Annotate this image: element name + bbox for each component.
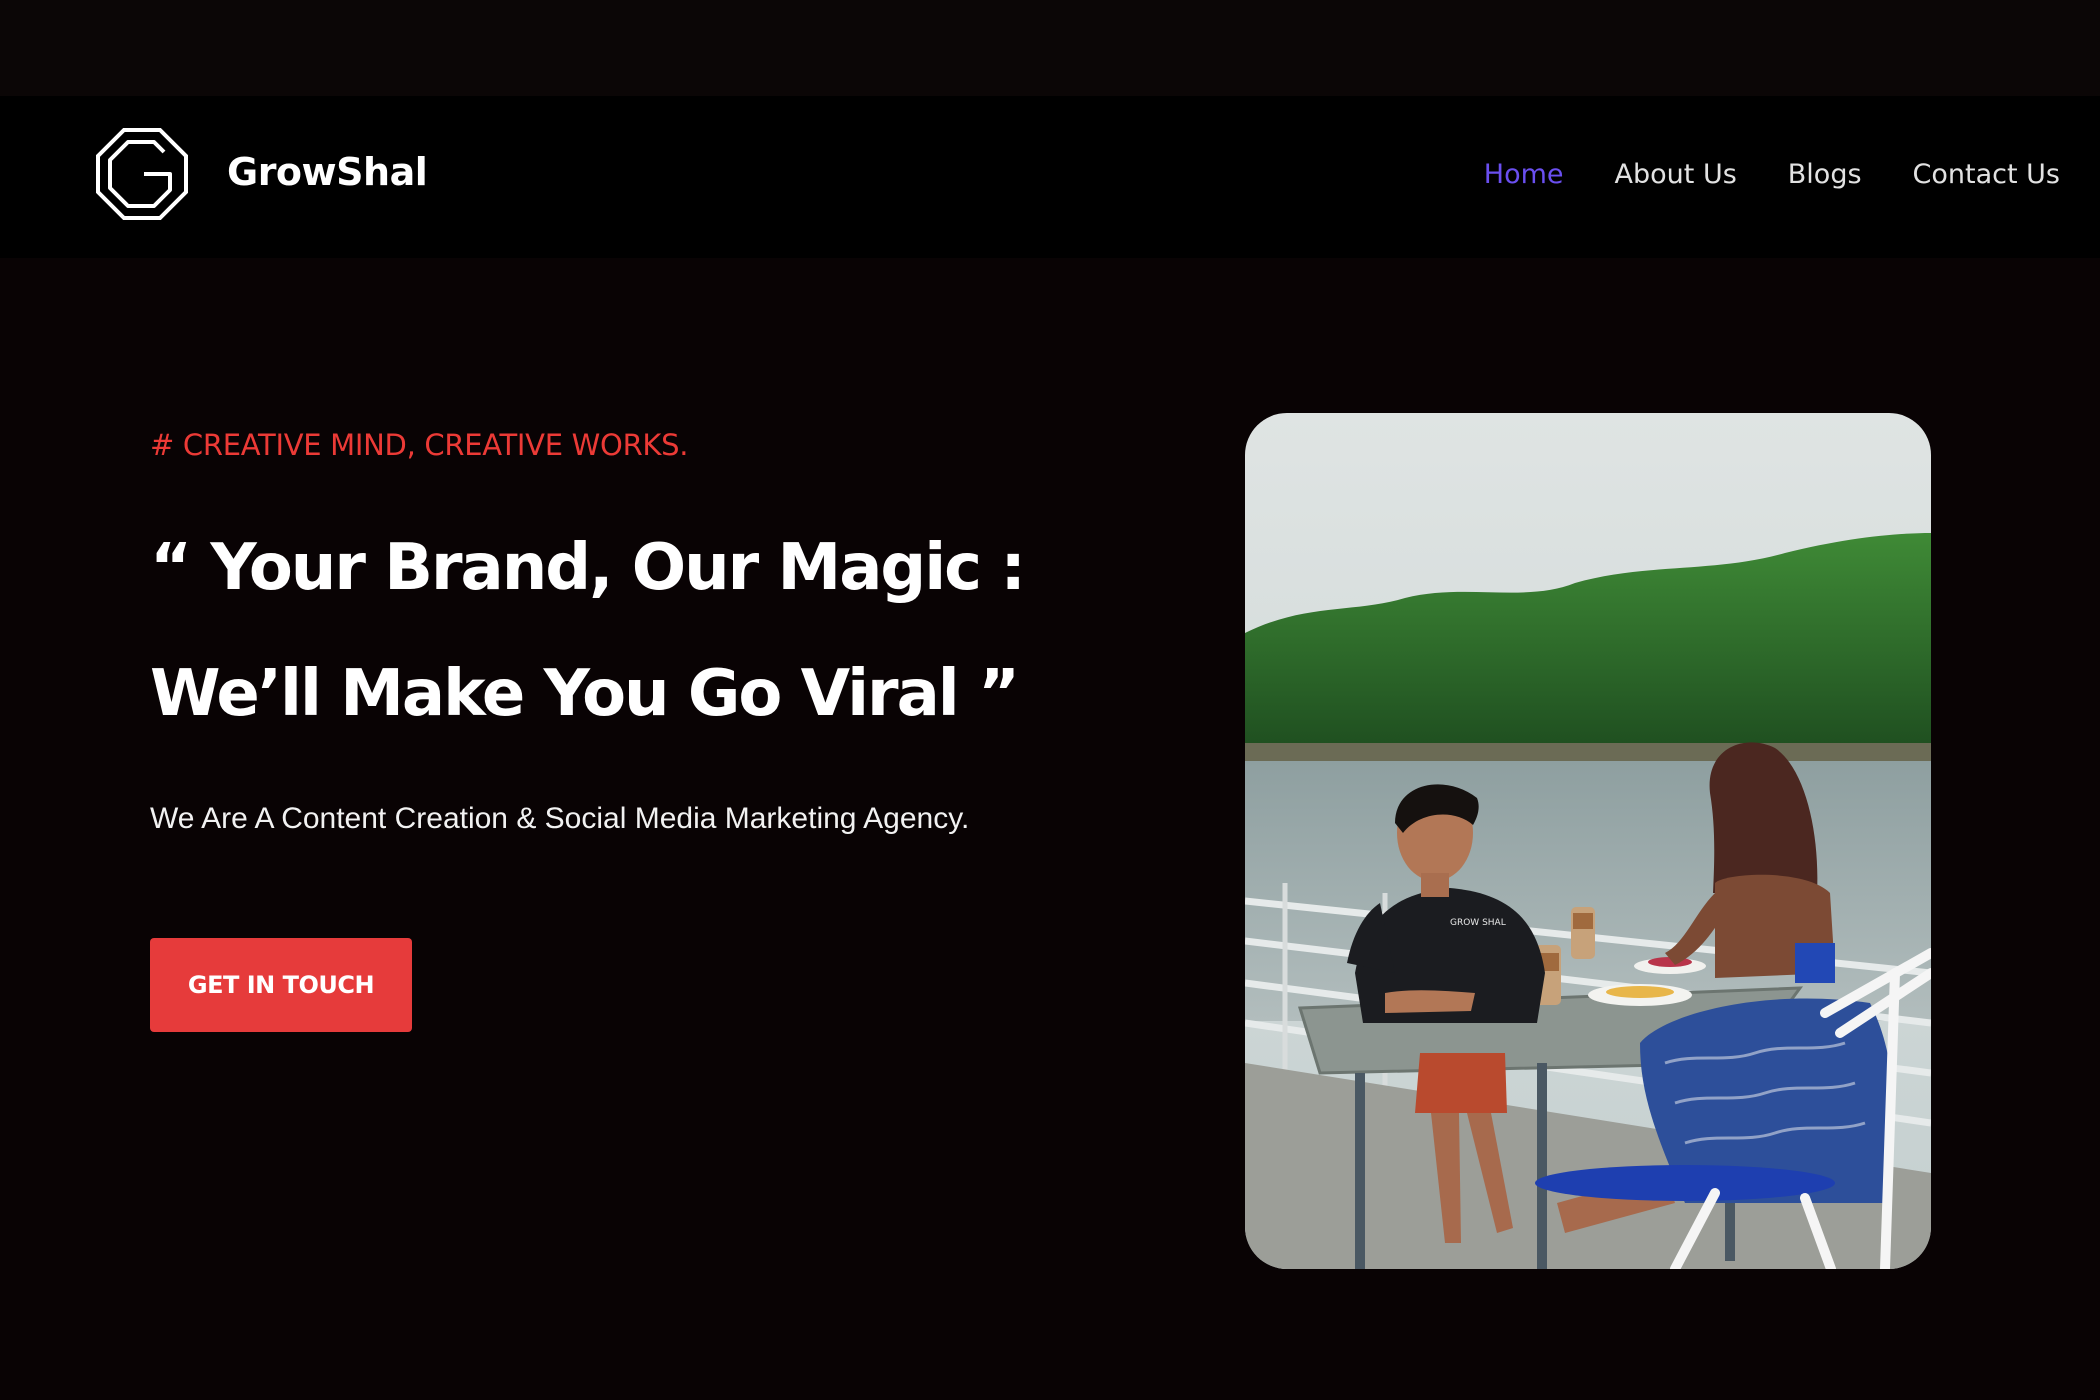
nav-contact-us-link[interactable]: Contact Us [1913,150,2060,200]
hero-tagline: # CREATIVE MIND, CREATIVE WORKS. [150,428,689,462]
main-nav: Home About Us Blogs Contact Us [1484,150,2060,200]
hero-subtext: We Are A Content Creation & Social Media… [150,802,970,835]
brand-name[interactable]: GrowShal [227,144,428,200]
headline-line-2: We’ll Make You Go Viral ” [150,657,1020,731]
nav-blogs-link[interactable]: Blogs [1788,150,1862,200]
shirt-logo-text: GROW SHAL [1450,918,1506,928]
headline-line-1: “ Your Brand, Our Magic : [150,531,1026,605]
octagon-g-logo-icon[interactable] [94,126,190,222]
hero-photo: GROW SHAL [1245,413,1931,1269]
hero-headline: “ Your Brand, Our Magic : We’ll Make You… [150,505,1026,757]
nav-about-us-link[interactable]: About Us [1615,150,1737,200]
get-in-touch-button[interactable]: GET IN TOUCH [150,938,412,1032]
top-strip [0,0,2100,96]
nav-home-link[interactable]: Home [1484,150,1564,200]
